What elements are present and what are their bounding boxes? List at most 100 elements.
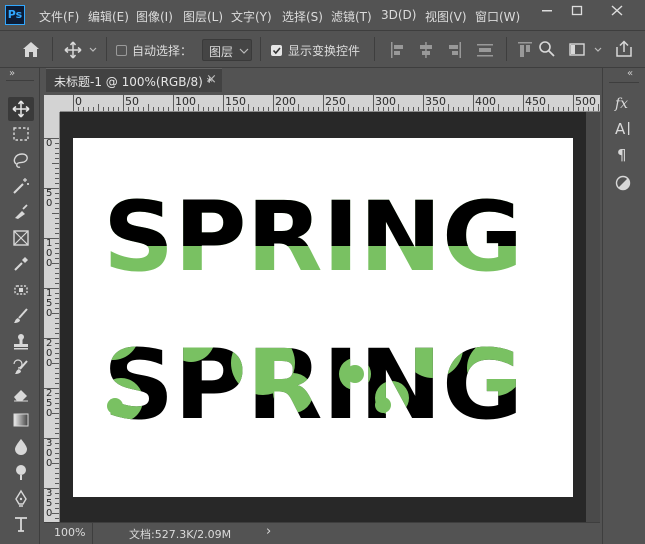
home-icon[interactable] bbox=[18, 39, 44, 61]
ruler-minor-tick bbox=[143, 107, 144, 111]
ruler-minor-tick bbox=[118, 107, 119, 111]
ruler-minor-tick bbox=[498, 104, 499, 111]
menu-select[interactable]: 选择(S) bbox=[282, 8, 323, 25]
menu-image[interactable]: 图像(I) bbox=[136, 8, 173, 25]
collapse-panels-icon[interactable]: « bbox=[627, 68, 633, 79]
photoshop-logo-icon[interactable]: Ps bbox=[5, 5, 25, 25]
ruler-minor-tick bbox=[113, 107, 114, 111]
auto-select-checkbox[interactable] bbox=[116, 45, 127, 56]
share-icon[interactable] bbox=[614, 39, 634, 62]
ruler-minor-tick bbox=[55, 348, 59, 349]
menu-edit[interactable]: 编辑(E) bbox=[88, 8, 129, 25]
frame-tool-icon[interactable] bbox=[8, 226, 34, 250]
ruler-minor-tick bbox=[52, 163, 59, 164]
ruler-minor-tick bbox=[55, 268, 59, 269]
brush-select-tool-icon[interactable] bbox=[8, 200, 34, 224]
ruler-minor-tick bbox=[418, 107, 419, 111]
ruler-minor-tick bbox=[538, 107, 539, 111]
menu-file[interactable]: 文件(F) bbox=[39, 8, 79, 25]
ruler-minor-tick bbox=[443, 107, 444, 111]
character-panel-icon[interactable]: A bbox=[613, 119, 635, 139]
align-top-icon[interactable] bbox=[517, 41, 533, 62]
ruler-minor-tick bbox=[428, 107, 429, 111]
ruler-major-tick bbox=[373, 95, 374, 111]
history-brush-tool-icon[interactable] bbox=[8, 356, 34, 380]
healing-brush-tool-icon[interactable] bbox=[8, 278, 34, 302]
spring-bottom: SPRING SPRING bbox=[103, 329, 523, 441]
ruler-minor-tick bbox=[52, 313, 59, 314]
menu-layer[interactable]: 图层(L) bbox=[183, 8, 223, 25]
minimize-icon[interactable] bbox=[532, 0, 562, 22]
magic-wand-tool-icon[interactable] bbox=[8, 174, 34, 198]
menu-window[interactable]: 窗口(W) bbox=[475, 8, 520, 25]
distribute-icon[interactable] bbox=[476, 41, 494, 62]
ruler-minor-tick bbox=[488, 107, 489, 111]
svg-text:¶: ¶ bbox=[617, 146, 627, 164]
horizontal-ruler[interactable]: 0 50 100 150 200 250 300 350 400 450 500 bbox=[60, 95, 600, 112]
ruler-minor-tick bbox=[55, 248, 59, 249]
align-left-icon[interactable] bbox=[390, 41, 406, 62]
dodge-tool-icon[interactable] bbox=[8, 460, 34, 484]
ruler-minor-tick bbox=[55, 358, 59, 359]
zoom-level[interactable]: 100% bbox=[54, 526, 85, 539]
close-tab-icon[interactable]: × bbox=[206, 72, 217, 87]
pen-tool-icon[interactable] bbox=[8, 486, 34, 510]
adjustments-panel-icon[interactable] bbox=[613, 174, 635, 194]
move-tool-icon[interactable] bbox=[8, 97, 34, 121]
ruler-minor-tick bbox=[303, 107, 304, 111]
ruler-minor-tick bbox=[583, 107, 584, 111]
ruler-minor-tick bbox=[55, 448, 59, 449]
type-tool-icon[interactable] bbox=[8, 512, 34, 536]
auto-select-target-dropdown[interactable]: 图层 bbox=[202, 39, 252, 61]
menu-3d[interactable]: 3D(D) bbox=[381, 8, 416, 22]
ruler-minor-tick bbox=[353, 107, 354, 111]
eyedropper-tool-icon[interactable] bbox=[8, 252, 34, 276]
ruler-minor-tick bbox=[128, 107, 129, 111]
ruler-minor-tick bbox=[55, 423, 59, 424]
workspace-icon[interactable] bbox=[568, 40, 606, 60]
ruler-major-tick bbox=[323, 95, 324, 111]
menu-view[interactable]: 视图(V) bbox=[425, 8, 467, 25]
ruler-minor-tick bbox=[52, 413, 59, 414]
align-hcenter-icon[interactable] bbox=[418, 41, 434, 62]
collapse-tools-icon[interactable]: » bbox=[9, 68, 15, 79]
vertical-ruler[interactable]: 0 50 100 150 200 250 300 350 bbox=[44, 112, 60, 522]
eraser-tool-icon[interactable] bbox=[8, 382, 34, 406]
ruler-minor-tick bbox=[133, 107, 134, 111]
ruler-minor-tick bbox=[408, 107, 409, 111]
fx-styles-icon[interactable]: fx bbox=[613, 94, 635, 114]
ruler-minor-tick bbox=[55, 253, 59, 254]
document-tab[interactable]: 未标题-1 @ 100%(RGB/8) * × bbox=[46, 68, 222, 92]
move-tool-preset-icon[interactable] bbox=[62, 39, 102, 61]
brush-tool-icon[interactable] bbox=[8, 304, 34, 328]
maximize-icon[interactable] bbox=[562, 0, 592, 22]
stamp-tool-icon[interactable] bbox=[8, 330, 34, 354]
show-transform-checkbox[interactable] bbox=[271, 45, 282, 56]
ruler-minor-tick bbox=[563, 107, 564, 111]
ruler-minor-tick bbox=[52, 263, 59, 264]
ruler-minor-tick bbox=[55, 198, 59, 199]
marquee-tool-icon[interactable] bbox=[8, 122, 34, 146]
menu-filter[interactable]: 滤镜(T) bbox=[331, 8, 372, 25]
align-right-icon[interactable] bbox=[446, 41, 462, 62]
ruler-minor-tick bbox=[228, 107, 229, 111]
search-icon[interactable] bbox=[538, 40, 556, 61]
status-menu-arrow[interactable]: › bbox=[266, 524, 271, 539]
ruler-minor-tick bbox=[578, 107, 579, 111]
ruler-minor-tick bbox=[78, 107, 79, 111]
gradient-tool-icon[interactable] bbox=[8, 408, 34, 432]
lasso-tool-icon[interactable] bbox=[8, 148, 34, 172]
ruler-minor-tick bbox=[313, 107, 314, 111]
options-bar: 自动选择： 图层 显示变换控件 bbox=[0, 30, 645, 68]
ruler-minor-tick bbox=[55, 208, 59, 209]
ruler-minor-tick bbox=[55, 433, 59, 434]
document-canvas[interactable]: SPRING SPRING SPRING SPRING bbox=[73, 138, 573, 497]
menu-type[interactable]: 文字(Y) bbox=[231, 8, 272, 25]
ruler-origin[interactable] bbox=[44, 95, 60, 112]
close-window-icon[interactable] bbox=[595, 0, 639, 22]
paragraph-panel-icon[interactable]: ¶ bbox=[613, 145, 635, 165]
vertical-scrollbar[interactable] bbox=[586, 112, 600, 522]
ruler-minor-tick bbox=[558, 107, 559, 111]
dropdown-value: 图层 bbox=[209, 45, 234, 59]
blur-tool-icon[interactable] bbox=[8, 434, 34, 458]
